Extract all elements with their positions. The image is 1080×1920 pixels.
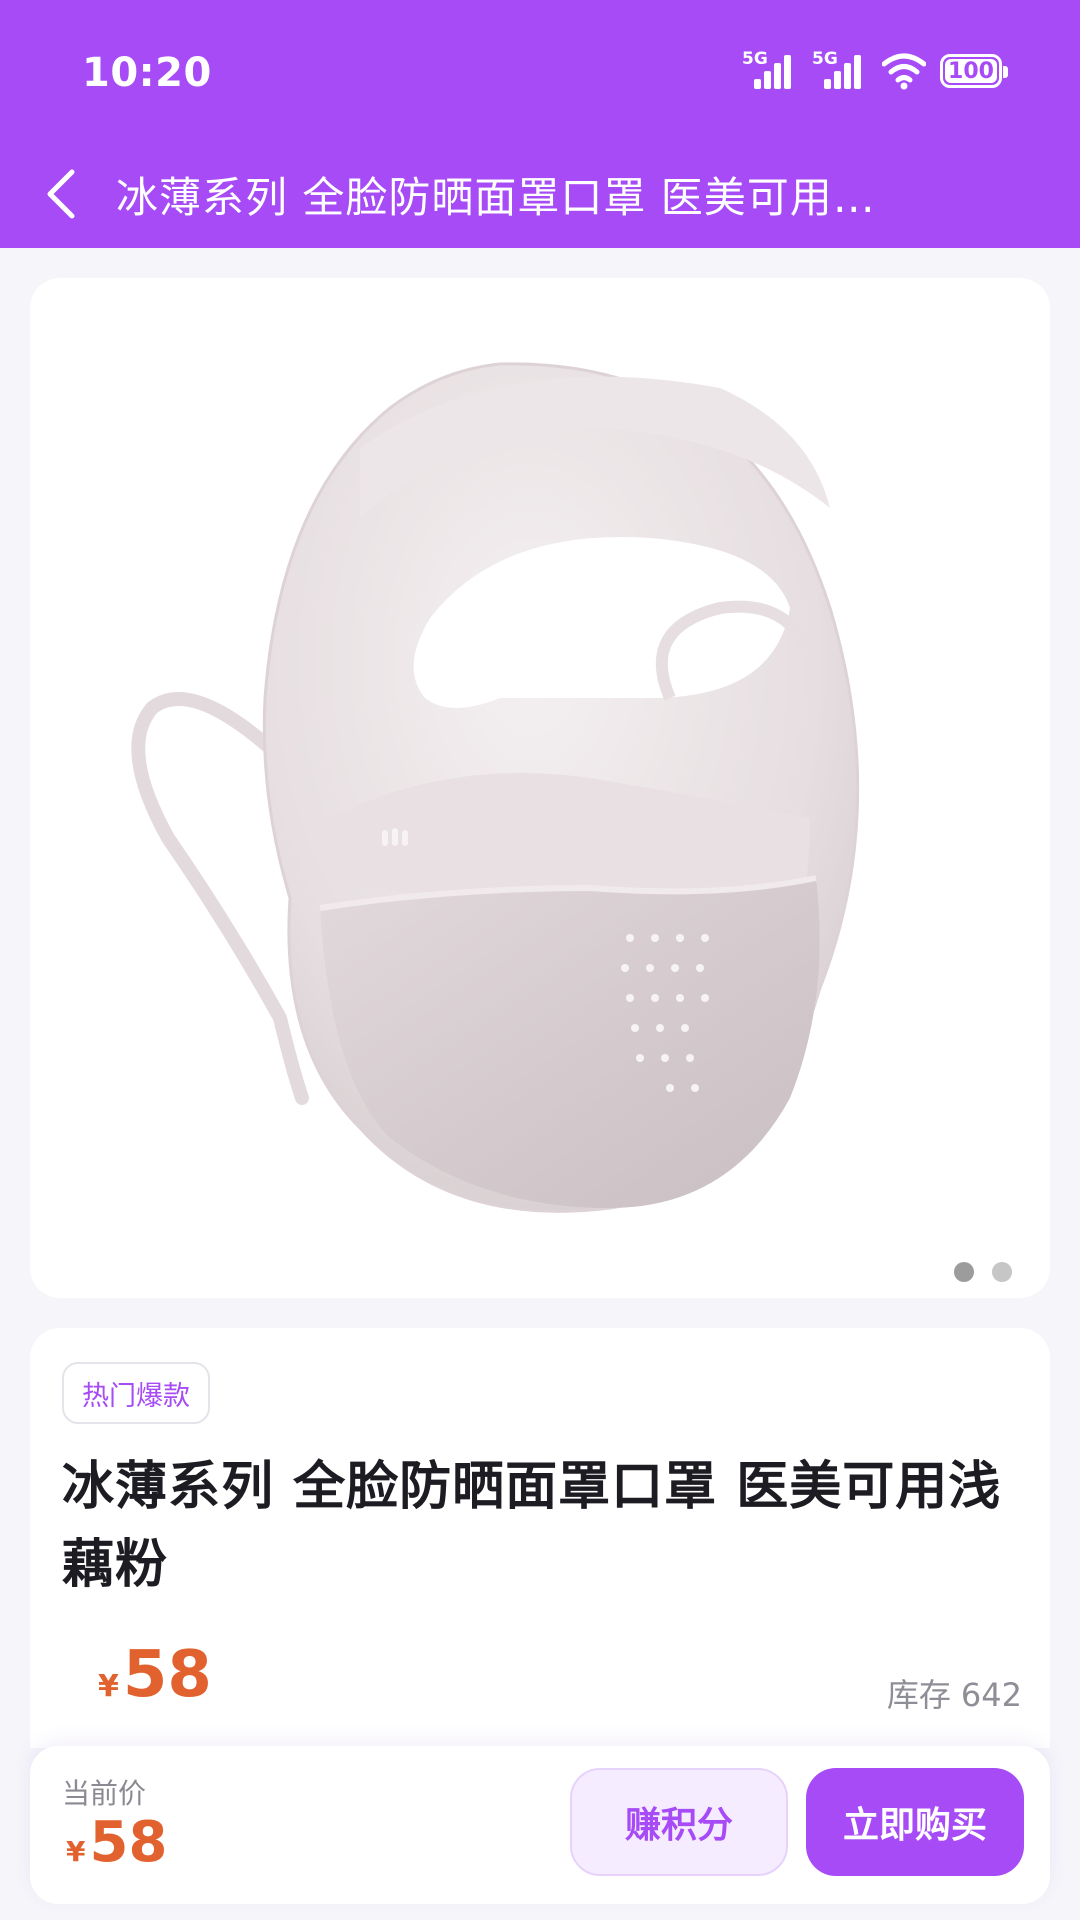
bottom-action-bar: 当前价 ¥58 赚积分 立即购买 bbox=[30, 1746, 1050, 1904]
product-detail-screen: 10:20 5G 5G 100 冰薄系列 全脸防晒面罩口罩 医美可用… 热门爆款… bbox=[0, 0, 1080, 1920]
nav-bar: 冰薄系列 全脸防晒面罩口罩 医美可用… bbox=[0, 140, 1080, 248]
header: 10:20 5G 5G 100 冰薄系列 全脸防晒面罩口罩 医美可用… bbox=[0, 0, 1080, 248]
current-price: ¥58 bbox=[66, 1810, 167, 1875]
currency-symbol: ¥ bbox=[98, 1669, 119, 1704]
hot-sale-badge: 热门爆款 bbox=[62, 1362, 210, 1424]
status-time: 10:20 bbox=[82, 50, 212, 96]
product-price: ¥58 bbox=[98, 1638, 212, 1712]
current-price-value: 58 bbox=[89, 1810, 168, 1875]
status-icons: 5G 5G 100 bbox=[742, 48, 1008, 94]
stock-value: 642 bbox=[960, 1676, 1022, 1714]
product-image-carousel[interactable] bbox=[30, 278, 1050, 1298]
carousel-dot[interactable] bbox=[992, 1262, 1012, 1282]
battery-icon: 100 bbox=[940, 54, 1008, 88]
network-type-label: 5G bbox=[812, 49, 838, 69]
price-value: 58 bbox=[122, 1638, 212, 1712]
signal-5g-icon: 5G bbox=[812, 49, 868, 91]
price-row: ¥58 库存 642 bbox=[62, 1638, 1022, 1718]
currency-symbol: ¥ bbox=[66, 1835, 86, 1868]
current-price-label: 当前价 bbox=[62, 1777, 147, 1810]
network-type-label: 5G bbox=[742, 49, 768, 69]
status-bar: 10:20 5G 5G 100 bbox=[0, 0, 1080, 140]
battery-level: 100 bbox=[948, 58, 994, 84]
product-title: 冰薄系列 全脸防晒面罩口罩 医美可用浅藕粉 bbox=[62, 1457, 1002, 1595]
stock-label: 库存 bbox=[886, 1676, 951, 1714]
chevron-left-icon bbox=[47, 169, 75, 219]
carousel-indicator bbox=[954, 1262, 1012, 1282]
product-info-card: 热门爆款 冰薄系列 全脸防晒面罩口罩 医美可用浅藕粉 ¥58 库存 642 bbox=[30, 1328, 1050, 1748]
signal-5g-icon: 5G bbox=[742, 49, 798, 91]
buy-now-button[interactable]: 立即购买 bbox=[806, 1768, 1024, 1876]
page-title: 冰薄系列 全脸防晒面罩口罩 医美可用… bbox=[116, 173, 876, 222]
wifi-icon bbox=[882, 53, 926, 90]
back-button[interactable] bbox=[30, 162, 94, 226]
product-image bbox=[131, 362, 860, 1213]
carousel-dot[interactable] bbox=[954, 1262, 974, 1282]
stock-info: 库存 642 bbox=[887, 1670, 1022, 1716]
earn-points-button[interactable]: 赚积分 bbox=[570, 1768, 788, 1876]
